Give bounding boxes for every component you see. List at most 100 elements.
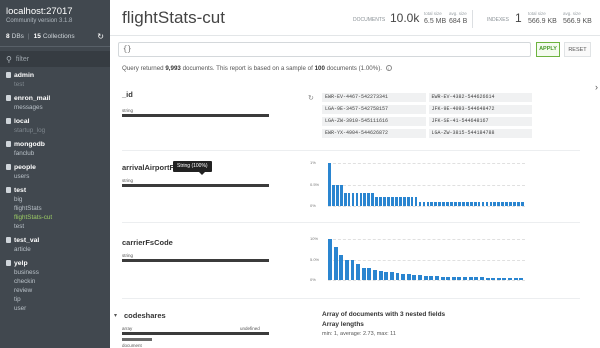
chart-bar[interactable] xyxy=(468,277,473,280)
sidebar-db-local[interactable]: local xyxy=(0,116,110,126)
chart-bar[interactable] xyxy=(429,275,434,280)
sidebar-collection-item[interactable]: business xyxy=(0,268,110,277)
chart-bar[interactable] xyxy=(481,201,485,206)
filter-input[interactable]: ⚲ filter xyxy=(0,51,110,67)
id-value-pill[interactable]: LGA-ZW-3910-545111616 xyxy=(322,117,426,126)
chart-bar[interactable] xyxy=(430,201,434,206)
chart-bar[interactable] xyxy=(331,184,335,206)
chart-bar[interactable] xyxy=(509,201,512,206)
chart-bar[interactable] xyxy=(418,201,422,206)
sidebar-collection-item[interactable]: messages xyxy=(0,103,110,112)
sidebar-collection-item[interactable]: big xyxy=(0,195,110,204)
sidebar-collection-item[interactable]: review xyxy=(0,286,110,295)
chart-bar[interactable] xyxy=(339,255,344,280)
chart-bar[interactable] xyxy=(434,201,438,206)
chart-bar[interactable] xyxy=(461,201,465,206)
chart-bar[interactable] xyxy=(423,275,428,280)
chart-bar[interactable] xyxy=(328,239,332,280)
chart-bar[interactable] xyxy=(350,259,355,280)
chart-bar[interactable] xyxy=(406,197,410,206)
info-icon[interactable]: i xyxy=(385,65,392,72)
chart-bar[interactable] xyxy=(412,275,417,280)
chart-bar[interactable] xyxy=(343,193,347,206)
chart-bar[interactable] xyxy=(438,201,442,206)
chart-bar[interactable] xyxy=(387,197,390,206)
chart-bar[interactable] xyxy=(394,197,398,206)
chart-bar[interactable] xyxy=(335,184,339,206)
chart-bar[interactable] xyxy=(347,193,351,206)
chart-bar[interactable] xyxy=(371,193,375,206)
chart-bar[interactable] xyxy=(328,163,331,206)
chart-bar[interactable] xyxy=(496,277,501,280)
chart-bar[interactable] xyxy=(333,247,338,280)
chart-bar[interactable] xyxy=(477,201,481,206)
chart-bar[interactable] xyxy=(442,201,445,206)
sidebar-collection-item[interactable]: tip xyxy=(0,295,110,304)
chart-bar[interactable] xyxy=(474,277,479,280)
chart-bar[interactable] xyxy=(473,201,477,206)
chart-bar[interactable] xyxy=(434,275,439,280)
chart-bar[interactable] xyxy=(363,193,367,206)
id-value-pill[interactable]: LGA-ZW-3815-544184788 xyxy=(428,129,532,138)
refresh-icon[interactable]: ↻ xyxy=(97,32,104,41)
type-bar-id[interactable] xyxy=(122,114,269,117)
sidebar-collection-item[interactable]: test xyxy=(0,222,110,231)
chart-bar[interactable] xyxy=(513,201,516,206)
chart-bar[interactable] xyxy=(493,201,497,206)
expand-icon[interactable]: › xyxy=(595,82,598,92)
sidebar-db-yelp[interactable]: yelp xyxy=(0,258,110,268)
type-bar-document[interactable] xyxy=(122,338,152,341)
sidebar-collection-item[interactable]: users xyxy=(0,172,110,181)
chart-bar[interactable] xyxy=(375,197,379,206)
chart-bar[interactable] xyxy=(450,201,453,206)
id-value-pill[interactable]: LGA-9E-3457-542758157 xyxy=(322,105,426,114)
chart-bar[interactable] xyxy=(402,197,406,206)
type-bar-carrier[interactable] xyxy=(122,259,269,262)
sidebar-db-mongodb[interactable]: mongodb xyxy=(0,139,110,149)
chart-bar[interactable] xyxy=(373,269,377,280)
type-bar-codeshares[interactable] xyxy=(122,332,269,335)
sidebar-db-enron_mail[interactable]: enron_mail xyxy=(0,93,110,103)
chart-bar[interactable] xyxy=(367,267,372,280)
chart-bar[interactable] xyxy=(355,193,359,206)
chart-bar[interactable] xyxy=(418,275,422,280)
chart-bar[interactable] xyxy=(406,273,411,280)
sidebar-collection-item[interactable]: article xyxy=(0,245,110,254)
chart-bar[interactable] xyxy=(367,193,371,206)
id-value-pill[interactable]: JFK-9E-4093-544648472 xyxy=(428,105,532,114)
chart-bar[interactable] xyxy=(519,277,524,280)
chart-bar[interactable] xyxy=(379,197,382,206)
chart-bar[interactable] xyxy=(491,277,496,280)
chart-bar[interactable] xyxy=(505,201,509,206)
chart-bar[interactable] xyxy=(351,193,355,206)
chart-bar[interactable] xyxy=(398,197,402,206)
chart-bar[interactable] xyxy=(479,277,484,280)
chart-bar[interactable] xyxy=(446,276,451,280)
chart-bar[interactable] xyxy=(458,201,461,206)
query-input[interactable]: {} xyxy=(118,42,531,57)
chart-bar[interactable] xyxy=(508,277,513,280)
chart-bar[interactable] xyxy=(457,277,462,280)
chart-bar[interactable] xyxy=(513,277,518,280)
sidebar-collection-item[interactable]: flightStats xyxy=(0,204,110,213)
chart-bar[interactable] xyxy=(463,277,468,280)
chart-bar[interactable] xyxy=(410,197,414,206)
chart-bar[interactable] xyxy=(356,263,361,280)
chart-bar[interactable] xyxy=(426,201,430,206)
id-value-pill[interactable]: JFK-SE-41-544648167 xyxy=(428,117,532,126)
sidebar-collection-item[interactable]: user xyxy=(0,304,110,313)
chart-bar[interactable] xyxy=(395,272,400,280)
chart-bar[interactable] xyxy=(359,193,363,206)
chart-bar[interactable] xyxy=(485,201,489,206)
chart-bar[interactable] xyxy=(501,201,505,206)
sidebar-db-test_val[interactable]: test_val xyxy=(0,235,110,245)
chart-bar[interactable] xyxy=(401,273,406,280)
chart-bar[interactable] xyxy=(361,267,366,280)
sidebar-collection-item[interactable]: test xyxy=(0,80,110,89)
sidebar-collection-item[interactable]: checkin xyxy=(0,277,110,286)
sidebar-db-test[interactable]: test xyxy=(0,185,110,195)
chart-bar[interactable] xyxy=(384,271,389,280)
chart-bar[interactable] xyxy=(446,201,449,206)
id-value-pill[interactable]: EWR-EV-4467-542273341 xyxy=(322,93,426,102)
chart-bar[interactable] xyxy=(489,201,493,206)
